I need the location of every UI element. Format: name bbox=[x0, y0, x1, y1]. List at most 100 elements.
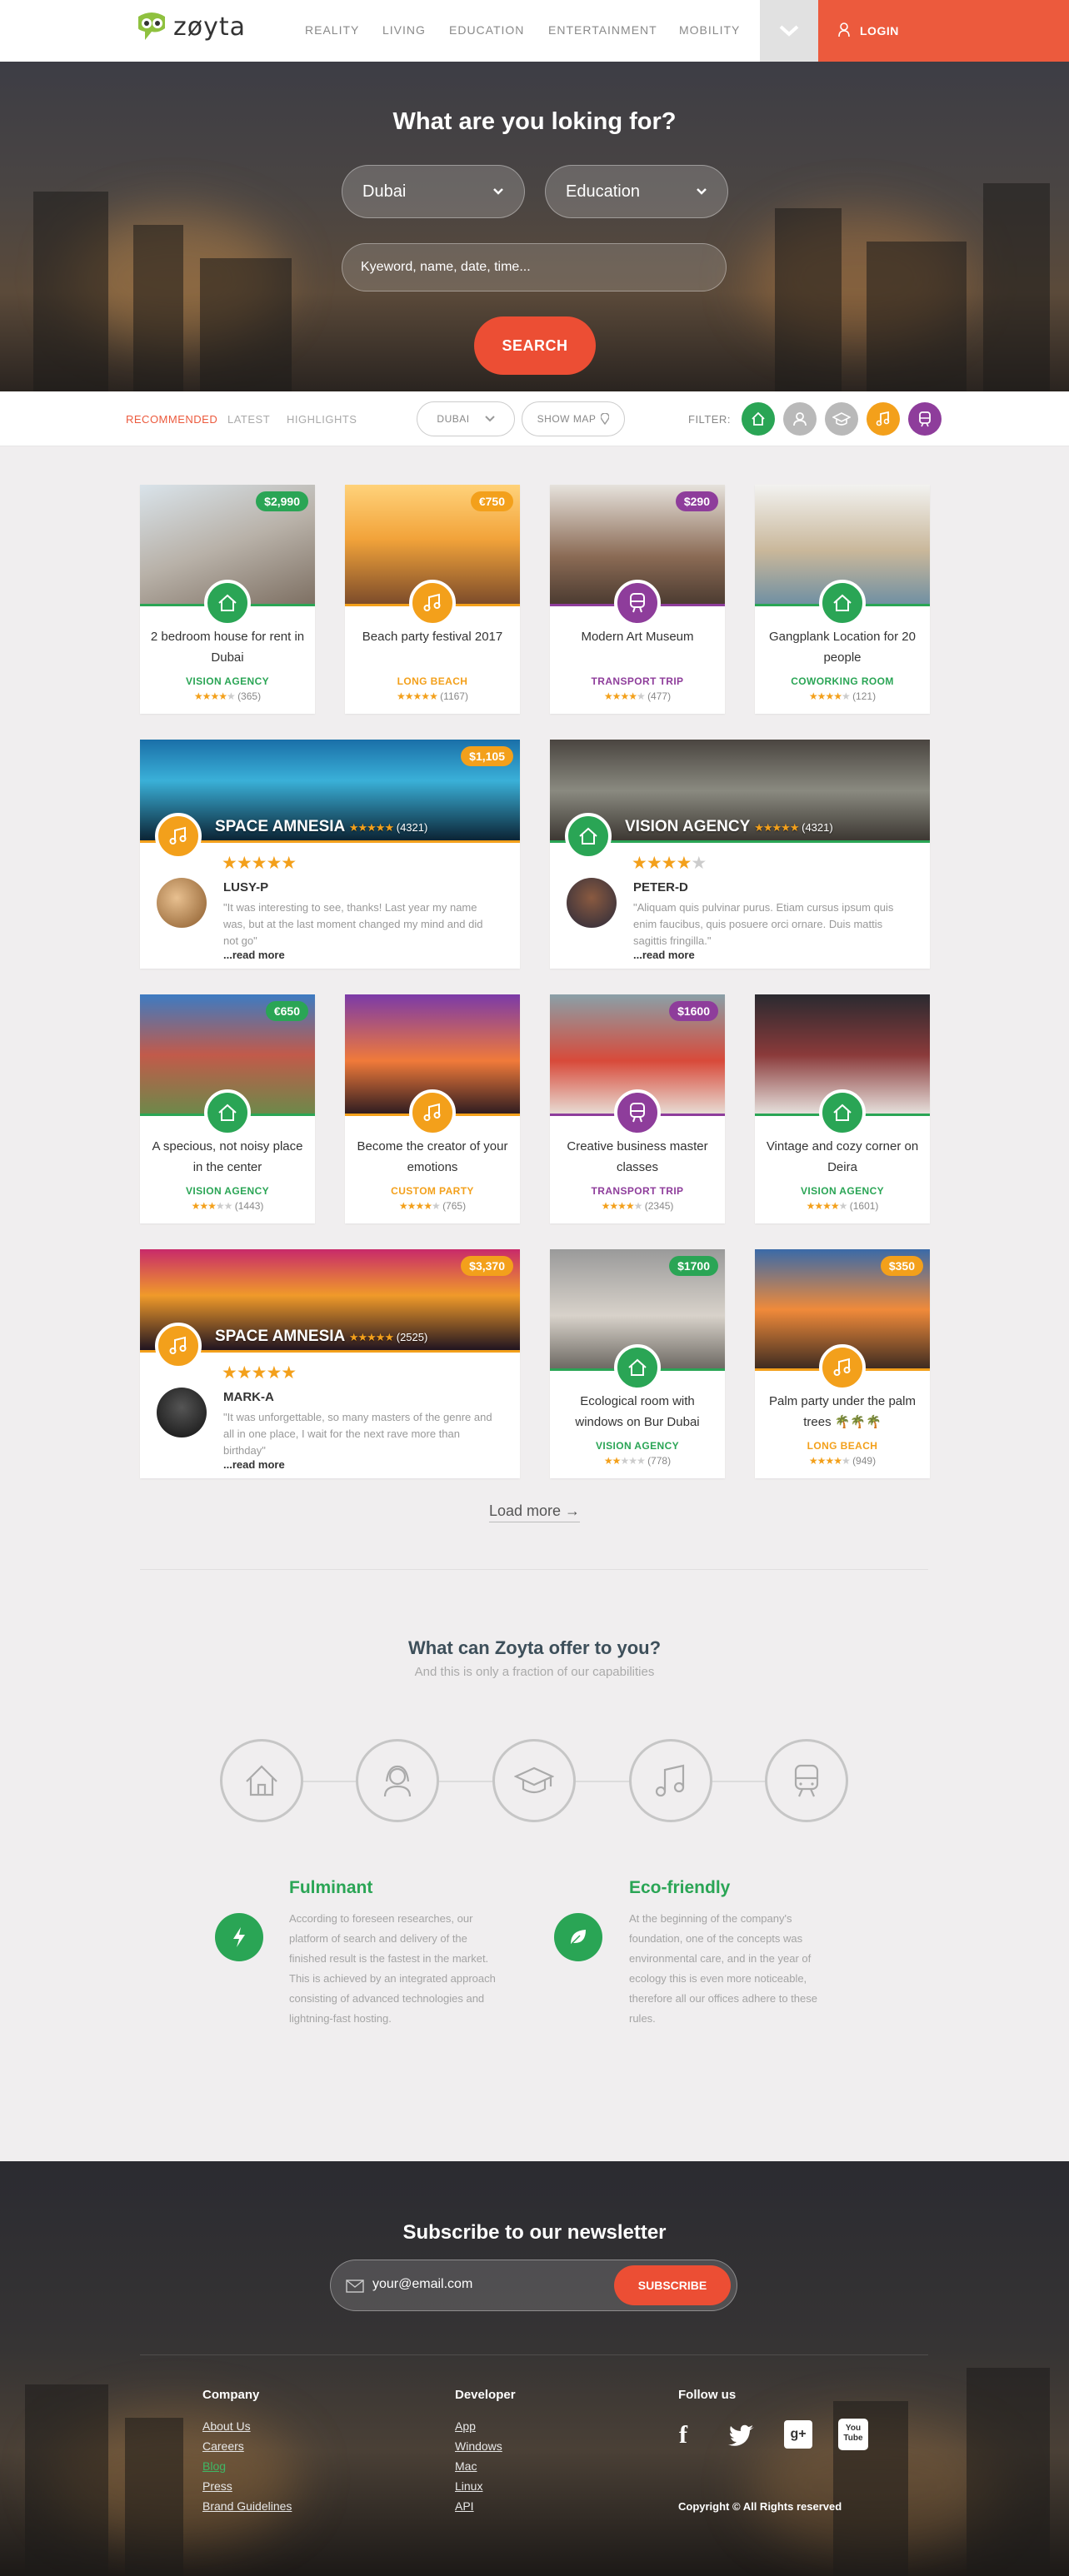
listing-rating: ★★★★★ (765) bbox=[345, 1200, 520, 1212]
skyline-building bbox=[775, 208, 842, 391]
category-select[interactable]: Education bbox=[545, 165, 728, 218]
category-badge bbox=[565, 813, 612, 859]
footer-link-blog[interactable]: Blog bbox=[202, 2459, 226, 2473]
read-more-link[interactable]: ...read more bbox=[633, 949, 695, 961]
listing-card[interactable]: Vintage and cozy corner on Deira VISION … bbox=[755, 994, 930, 1223]
listing-title: Beach party festival 2017 bbox=[362, 630, 503, 644]
reviewer-name[interactable]: PETER-D bbox=[633, 880, 688, 894]
nav-mobility[interactable]: MOBILITY bbox=[679, 23, 740, 37]
menu-dropdown-button[interactable] bbox=[760, 0, 818, 62]
footer-link-mac[interactable]: Mac bbox=[455, 2459, 477, 2473]
listing-card[interactable]: €650 A specious, not noisy place in the … bbox=[140, 994, 315, 1223]
footer-divider bbox=[140, 2354, 928, 2355]
review-count: (365) bbox=[237, 690, 262, 702]
review-quote: "It was unforgettable, so many masters o… bbox=[223, 1411, 492, 1457]
read-more-link[interactable]: ...read more bbox=[223, 1458, 285, 1471]
avatar bbox=[567, 878, 617, 928]
show-map-label: SHOW MAP bbox=[537, 413, 597, 425]
city-select[interactable]: Dubai bbox=[342, 165, 525, 218]
show-map-button[interactable]: SHOW MAP bbox=[522, 401, 625, 436]
featured-review-card[interactable]: VISION AGENCY ★★★★★ (4321) ★★★★★ PETER-D… bbox=[550, 740, 930, 969]
nav-entertainment[interactable]: ENTERTAINMENT bbox=[548, 23, 657, 37]
footer-link-careers[interactable]: Careers bbox=[202, 2439, 244, 2453]
offer-subtitle: And this is only a fraction of our capab… bbox=[414, 1665, 655, 1679]
music-note-icon bbox=[423, 593, 441, 611]
listing-agency[interactable]: VISION AGENCY bbox=[755, 1185, 930, 1197]
leaf-icon bbox=[554, 1913, 602, 1961]
listing-card[interactable]: $290 Modern Art Museum TRANSPORT TRIP ★★… bbox=[550, 485, 725, 714]
listing-card[interactable]: Gangplank Location for 20 people COWORKI… bbox=[755, 485, 930, 714]
tab-latest[interactable]: LATEST bbox=[227, 413, 270, 426]
reviewer-name[interactable]: MARK-A bbox=[223, 1390, 274, 1404]
skyline-building bbox=[983, 183, 1050, 391]
login-button[interactable]: LOGIN bbox=[818, 0, 1069, 62]
listing-card[interactable]: Become the creator of your emotions CUST… bbox=[345, 994, 520, 1223]
listing-agency[interactable]: TRANSPORT TRIP bbox=[550, 675, 725, 687]
music-note-icon bbox=[833, 1358, 851, 1376]
review-count: (778) bbox=[647, 1455, 672, 1467]
tab-recommended[interactable]: RECOMMENDED bbox=[126, 413, 217, 426]
footer-link-app[interactable]: App bbox=[455, 2419, 476, 2433]
listing-agency[interactable]: VISION AGENCY bbox=[140, 1185, 315, 1197]
price-badge: $3,370 bbox=[461, 1256, 513, 1276]
skyline-building bbox=[967, 2368, 1050, 2576]
listing-agency[interactable]: CUSTOM PARTY bbox=[345, 1185, 520, 1197]
skyline-building bbox=[200, 258, 292, 391]
footer-link-brand[interactable]: Brand Guidelines bbox=[202, 2499, 292, 2513]
listing-agency[interactable]: TRANSPORT TRIP bbox=[550, 1185, 725, 1197]
offer-title: What can Zoyta offer to you? bbox=[407, 1637, 662, 1658]
listing-agency[interactable]: VISION AGENCY bbox=[140, 675, 315, 687]
music-note-icon bbox=[423, 1103, 441, 1121]
footer-link-about[interactable]: About Us bbox=[202, 2419, 251, 2433]
city-filter-select[interactable]: DUBAI bbox=[417, 401, 515, 436]
load-more-button[interactable]: Load more → bbox=[488, 1502, 581, 1522]
listing-card[interactable]: €750 Beach party festival 2017 LONG BEAC… bbox=[345, 485, 520, 714]
listing-card[interactable]: $1700 Ecological room with windows on Bu… bbox=[550, 1249, 725, 1478]
logo[interactable]: zøyta bbox=[133, 12, 246, 42]
review-count: (1601) bbox=[849, 1200, 879, 1212]
footer-link-press[interactable]: Press bbox=[202, 2479, 232, 2493]
subscribe-button[interactable]: SUBSCRIBE bbox=[614, 2265, 731, 2305]
filter-education[interactable] bbox=[825, 402, 858, 436]
filter-living[interactable] bbox=[783, 402, 817, 436]
hero-title: What are you loking for? bbox=[392, 108, 677, 135]
house-icon bbox=[218, 594, 237, 611]
twitter-icon[interactable] bbox=[728, 2424, 755, 2446]
divider bbox=[140, 1569, 928, 1570]
reviewer-name[interactable]: LUSY-P bbox=[223, 880, 268, 894]
filter-entertainment[interactable] bbox=[867, 402, 900, 436]
listing-card[interactable]: $2,990 2 bedroom house for rent in Dubai… bbox=[140, 485, 315, 714]
avatar bbox=[157, 1388, 207, 1437]
category-badge bbox=[614, 1089, 661, 1136]
filter-reality[interactable] bbox=[742, 402, 775, 436]
price-badge: $1600 bbox=[669, 1001, 718, 1021]
listing-title: Creative business master classes bbox=[567, 1139, 708, 1174]
featured-review-card[interactable]: $3,370 SPACE AMNESIA ★★★★★ (2525) ★★★★★ … bbox=[140, 1249, 520, 1478]
footer-link-api[interactable]: API bbox=[455, 2499, 474, 2513]
rating-stars: ★★★★★ bbox=[398, 1200, 441, 1212]
footer-link-windows[interactable]: Windows bbox=[455, 2439, 502, 2453]
price-badge: $1,105 bbox=[461, 746, 513, 766]
nav-living[interactable]: LIVING bbox=[382, 23, 426, 37]
login-label: LOGIN bbox=[860, 24, 899, 37]
listing-rating: ★★★★★ (778) bbox=[550, 1455, 725, 1467]
read-more-link[interactable]: ...read more bbox=[223, 949, 285, 961]
listing-card[interactable]: $1600 Creative business master classes T… bbox=[550, 994, 725, 1223]
youtube-icon[interactable]: You Tube bbox=[838, 2419, 868, 2450]
listing-agency[interactable]: VISION AGENCY bbox=[550, 1440, 725, 1452]
listing-card[interactable]: $350 Palm party under the palm trees 🌴🌴🌴… bbox=[755, 1249, 930, 1478]
facebook-icon[interactable]: f bbox=[679, 2421, 687, 2449]
listing-agency[interactable]: COWORKING ROOM bbox=[755, 675, 930, 687]
tab-highlights[interactable]: HIGHLIGHTS bbox=[287, 413, 357, 426]
listing-agency[interactable]: LONG BEACH bbox=[345, 675, 520, 687]
nav-education[interactable]: EDUCATION bbox=[449, 23, 524, 37]
nav-reality[interactable]: REALITY bbox=[305, 23, 359, 37]
email-input[interactable]: your@email.com bbox=[372, 2277, 472, 2292]
listing-agency[interactable]: LONG BEACH bbox=[755, 1440, 930, 1452]
filter-mobility[interactable] bbox=[908, 402, 942, 436]
keyword-search-input[interactable]: Kyeword, name, date, time... bbox=[342, 243, 727, 291]
featured-review-card[interactable]: $1,105 SPACE AMNESIA ★★★★★ (4321) ★★★★★ … bbox=[140, 740, 520, 969]
google-plus-icon[interactable]: g+ bbox=[784, 2420, 812, 2449]
footer-link-linux[interactable]: Linux bbox=[455, 2479, 482, 2493]
search-button[interactable]: SEARCH bbox=[474, 316, 596, 375]
